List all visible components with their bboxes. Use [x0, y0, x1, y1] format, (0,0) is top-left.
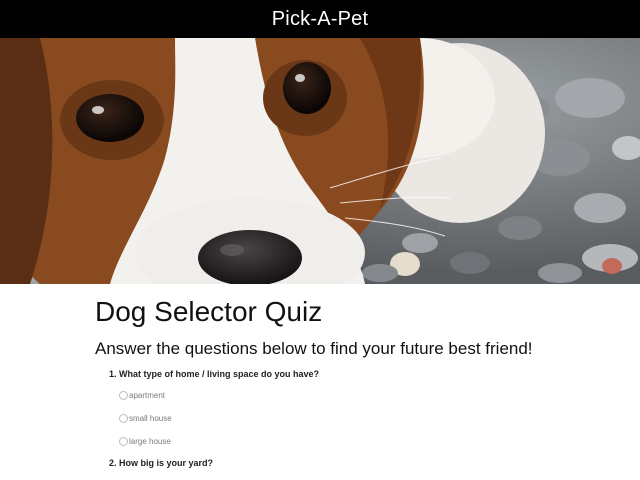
- option-small-house[interactable]: small house: [119, 411, 615, 425]
- option-label: apartment: [129, 390, 166, 400]
- option-apartment[interactable]: apartment: [119, 388, 615, 402]
- top-bar: Pick-A-Pet: [0, 0, 640, 38]
- question-1-label: 1. What type of home / living space do y…: [109, 369, 320, 379]
- question-1-options: apartment small house large house: [95, 388, 615, 448]
- page-subtitle: Answer the questions below to find your …: [95, 339, 533, 358]
- quiz-section: Dog Selector Quiz Answer the questions b…: [95, 296, 615, 468]
- radio-button[interactable]: [119, 390, 128, 400]
- brand-title: Pick-A-Pet: [271, 7, 369, 30]
- option-label: large house: [129, 436, 171, 446]
- hero-image: [0, 38, 640, 284]
- page-title: Dog Selector Quiz: [95, 296, 323, 327]
- radio-button[interactable]: [119, 436, 128, 446]
- radio-button[interactable]: [119, 413, 128, 423]
- beagle-puppy-photo: [0, 38, 640, 284]
- question-2-label: 2. How big is your yard?: [109, 458, 214, 468]
- option-label: small house: [129, 413, 172, 423]
- option-large-house[interactable]: large house: [119, 434, 615, 448]
